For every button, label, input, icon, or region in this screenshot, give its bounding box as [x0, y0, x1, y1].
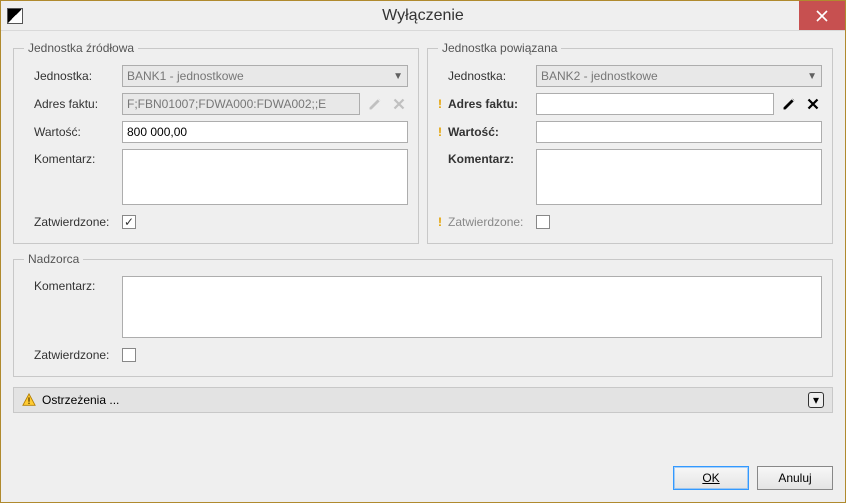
pencil-icon: [368, 97, 382, 111]
warning-triangle-icon: [22, 393, 36, 407]
warning-icon: !: [438, 97, 446, 111]
source-unit-panel: Jednostka źródłowa Jednostka: BANK1 - je…: [13, 41, 419, 244]
x-icon: [393, 98, 405, 110]
linked-value-label: Wartość:: [448, 125, 536, 139]
linked-fact-clear-button[interactable]: [804, 95, 822, 113]
source-fact-label: Adres faktu:: [34, 97, 122, 111]
chevron-down-icon: ▾: [813, 393, 819, 407]
warning-icon: !: [438, 125, 446, 139]
source-value-label: Wartość:: [34, 125, 122, 139]
source-comment-textarea[interactable]: [122, 149, 408, 205]
chevron-down-icon: ▼: [393, 71, 403, 82]
chevron-down-icon: ▼: [807, 71, 817, 82]
supervisor-legend: Nadzorca: [24, 252, 83, 266]
linked-unit-value: BANK2 - jednostkowe: [541, 69, 658, 83]
linked-unit-select[interactable]: BANK2 - jednostkowe ▼: [536, 65, 822, 87]
app-icon: [7, 8, 23, 24]
warnings-bar[interactable]: Ostrzeżenia ... ▾: [13, 387, 833, 413]
warning-icon: !: [438, 215, 446, 229]
linked-comment-textarea[interactable]: [536, 149, 822, 205]
source-unit-label: Jednostka:: [34, 69, 122, 83]
content-area: Jednostka źródłowa Jednostka: BANK1 - je…: [1, 31, 845, 456]
footer: OK Anuluj: [1, 456, 845, 502]
source-fact-clear-button: [390, 95, 408, 113]
linked-fact-edit-button[interactable]: [780, 95, 798, 113]
titlebar: Wyłączenie: [1, 1, 845, 31]
source-approved-checkbox[interactable]: ✓: [122, 215, 136, 229]
source-approved-label: Zatwierdzone:: [34, 215, 122, 229]
source-legend: Jednostka źródłowa: [24, 41, 138, 55]
supervisor-approved-checkbox[interactable]: [122, 348, 136, 362]
source-unit-value: BANK1 - jednostkowe: [127, 69, 244, 83]
supervisor-comment-textarea[interactable]: [122, 276, 822, 338]
cancel-button[interactable]: Anuluj: [757, 466, 833, 490]
window-title: Wyłączenie: [1, 7, 845, 25]
linked-fact-input[interactable]: [536, 93, 774, 115]
supervisor-approved-label: Zatwierdzone:: [34, 348, 122, 362]
supervisor-panel: Nadzorca Komentarz: Zatwierdzone:: [13, 252, 833, 377]
linked-unit-label: Jednostka:: [448, 69, 536, 83]
linked-approved-label: Zatwierdzone:: [448, 215, 536, 229]
ok-button[interactable]: OK: [673, 466, 749, 490]
linked-unit-panel: Jednostka powiązana Jednostka: BANK2 - j…: [427, 41, 833, 244]
x-icon: [807, 98, 819, 110]
top-panels: Jednostka źródłowa Jednostka: BANK1 - je…: [13, 41, 833, 244]
source-value-input[interactable]: [122, 121, 408, 143]
source-unit-select[interactable]: BANK1 - jednostkowe ▼: [122, 65, 408, 87]
supervisor-comment-label: Komentarz:: [34, 279, 122, 293]
linked-fact-label: Adres faktu:: [448, 97, 536, 111]
linked-value-input[interactable]: [536, 121, 822, 143]
linked-legend: Jednostka powiązana: [438, 41, 561, 55]
source-fact-input: [122, 93, 360, 115]
source-comment-label: Komentarz:: [34, 152, 122, 166]
dialog-window: Wyłączenie Jednostka źródłowa Jednostka:…: [0, 0, 846, 503]
close-button[interactable]: [799, 1, 845, 30]
close-icon: [816, 10, 828, 22]
warnings-text: Ostrzeżenia ...: [42, 393, 119, 407]
source-fact-edit-button: [366, 95, 384, 113]
warnings-expand-button[interactable]: ▾: [808, 392, 824, 408]
pencil-icon: [782, 97, 796, 111]
linked-comment-label: Komentarz:: [448, 152, 536, 166]
linked-approved-checkbox[interactable]: [536, 215, 550, 229]
